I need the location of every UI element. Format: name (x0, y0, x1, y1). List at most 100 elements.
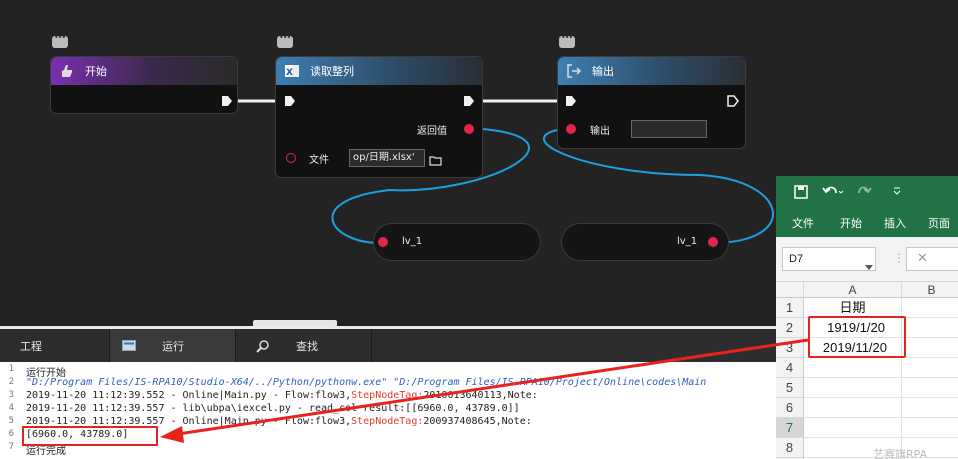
formula-bar-divider-icon: ⋮ (893, 251, 905, 265)
run-icon (122, 340, 136, 351)
line-number: 1 (8, 364, 14, 374)
save-icon[interactable] (794, 185, 808, 202)
return-value-pin[interactable] (464, 124, 474, 134)
panel-tabbar: 工程 运行 查找 (0, 329, 776, 362)
column-header-b[interactable]: B (902, 282, 958, 298)
cell-b5[interactable] (902, 378, 958, 398)
cell-a7[interactable] (804, 418, 902, 438)
output-node[interactable]: 输出 输出 (557, 56, 746, 149)
cell-a4[interactable] (804, 358, 902, 378)
excel-formula-bar: D7 ⋮ ✕ (776, 237, 958, 282)
ribbon-tab-page-layout[interactable]: 页面 (928, 215, 950, 231)
redo-icon[interactable] (856, 184, 876, 201)
row-header-selected[interactable]: 7 (776, 418, 804, 438)
tab-search[interactable]: 查找 (236, 329, 372, 362)
row-header[interactable]: 6 (776, 398, 804, 418)
variable-node-left[interactable]: lv_1 (373, 223, 541, 261)
read-node-header: X 读取整列 (276, 57, 482, 85)
excel-icon: X (284, 63, 300, 79)
exec-in-pin-icon[interactable] (565, 95, 577, 107)
console-text: "D:/Program Files/IS-RPA10/Studio-X64/..… (26, 377, 706, 388)
cell-b3[interactable] (902, 338, 958, 358)
tab-run[interactable]: 运行 (110, 329, 236, 362)
console-text: 2019-11-20 11:12:39.552 - Online|Main.py… (26, 390, 538, 401)
start-node-header: 开始 (51, 57, 237, 85)
console-segment: 2019-11-20 11:12:39.552 - Online|Main.py… (26, 390, 352, 401)
start-node-title: 开始 (85, 65, 107, 78)
console-segment: 2010013640113,Note: (423, 390, 538, 401)
cell-b7[interactable] (902, 418, 958, 438)
console-tag: StepNodeTag: (351, 416, 424, 427)
console-text: 2019-11-20 11:12:39.557 - lib\ubpa\iexce… (26, 403, 520, 414)
variable-in-pin[interactable] (378, 237, 388, 247)
console-line: 1 运行开始 (0, 364, 776, 379)
name-box[interactable]: D7 (782, 247, 876, 271)
console-line: 3 2019-11-20 11:12:39.552 - Online|Main.… (0, 390, 776, 403)
line-number: 7 (8, 442, 14, 452)
comment-icon[interactable] (52, 33, 68, 48)
console-line: 2 "D:/Program Files/IS-RPA10/Studio-X64/… (0, 377, 776, 390)
exec-in-pin-icon[interactable] (284, 95, 296, 107)
ribbon-tab-insert[interactable]: 插入 (884, 215, 906, 231)
variable-out-pin[interactable] (708, 237, 718, 247)
row-header[interactable]: 2 (776, 318, 804, 338)
line-number: 2 (8, 377, 14, 387)
search-icon (256, 340, 270, 353)
console-path: "D:/Program Files/IS-RPA10/Project/Onlin… (393, 377, 707, 388)
output-value-field[interactable] (631, 120, 707, 138)
output-node-header: 输出 (558, 57, 745, 85)
cell-a5[interactable] (804, 378, 902, 398)
exec-out-pin-icon[interactable] (221, 95, 233, 107)
row-header[interactable]: 5 (776, 378, 804, 398)
output-input-label: 输出 (590, 126, 610, 137)
exec-out-pin-icon[interactable] (463, 95, 475, 107)
row-header[interactable]: 8 (776, 438, 804, 458)
row-header[interactable]: 3 (776, 338, 804, 358)
console-line: 4 2019-11-20 11:12:39.557 - lib\ubpa\iex… (0, 403, 776, 416)
line-number: 3 (8, 390, 14, 400)
row-header[interactable]: 1 (776, 298, 804, 318)
row-header[interactable]: 4 (776, 358, 804, 378)
cancel-entry-icon[interactable]: ✕ (906, 247, 958, 271)
variable-name: lv_1 (402, 236, 423, 247)
exec-out-pin-hollow-icon[interactable] (727, 95, 739, 107)
cell-b1[interactable] (902, 298, 958, 318)
svg-text:X: X (286, 68, 293, 78)
comment-icon[interactable] (277, 33, 293, 48)
excel-quick-access-toolbar (776, 176, 958, 209)
ribbon-tab-file[interactable]: 文件 (792, 215, 814, 231)
comment-icon[interactable] (559, 33, 575, 48)
output-input-pin[interactable] (566, 124, 576, 134)
file-label: 文件 (309, 155, 329, 166)
customize-toolbar-icon[interactable] (892, 185, 902, 199)
cell-a1[interactable]: 日期 (804, 298, 902, 318)
line-number: 6 (8, 429, 14, 439)
excel-ribbon-tabs: 文件 开始 插入 页面 (776, 209, 958, 237)
spreadsheet-grid[interactable]: A B 1 日期 2 1919/1/20 3 2019/11/20 4 5 6 … (776, 282, 958, 459)
tab-project[interactable]: 工程 (0, 329, 110, 362)
line-number: 4 (8, 403, 14, 413)
start-node[interactable]: 开始 (50, 56, 238, 114)
file-path-field[interactable]: op/日期.xlsx' (349, 149, 425, 167)
ribbon-tab-home[interactable]: 开始 (840, 215, 862, 231)
return-value-label: 返回值 (417, 126, 447, 137)
folder-icon[interactable] (429, 151, 442, 170)
read-column-node[interactable]: X 读取整列 返回值 文件 op/日期.xlsx' (275, 56, 483, 178)
variable-node-right[interactable]: lv_1 (561, 223, 729, 261)
cell-b4[interactable] (902, 358, 958, 378)
cell-a6[interactable] (804, 398, 902, 418)
cell-b6[interactable] (902, 398, 958, 418)
chevron-down-icon[interactable] (865, 256, 873, 275)
undo-icon[interactable] (822, 184, 844, 201)
cell-b2[interactable] (902, 318, 958, 338)
exit-icon (566, 63, 582, 79)
line-number: 5 (8, 416, 14, 426)
column-header-a[interactable]: A (804, 282, 902, 298)
select-all-corner[interactable] (776, 282, 804, 298)
output-node-title: 输出 (592, 65, 614, 78)
file-input-pin[interactable] (286, 153, 296, 163)
watermark: 艺赛旗RPA (873, 448, 928, 459)
console-segment: 200937408645,Note: (423, 416, 532, 427)
variable-name: lv_1 (677, 236, 698, 247)
console-path: "D:/Program Files/IS-RPA10/Studio-X64/..… (26, 377, 388, 388)
